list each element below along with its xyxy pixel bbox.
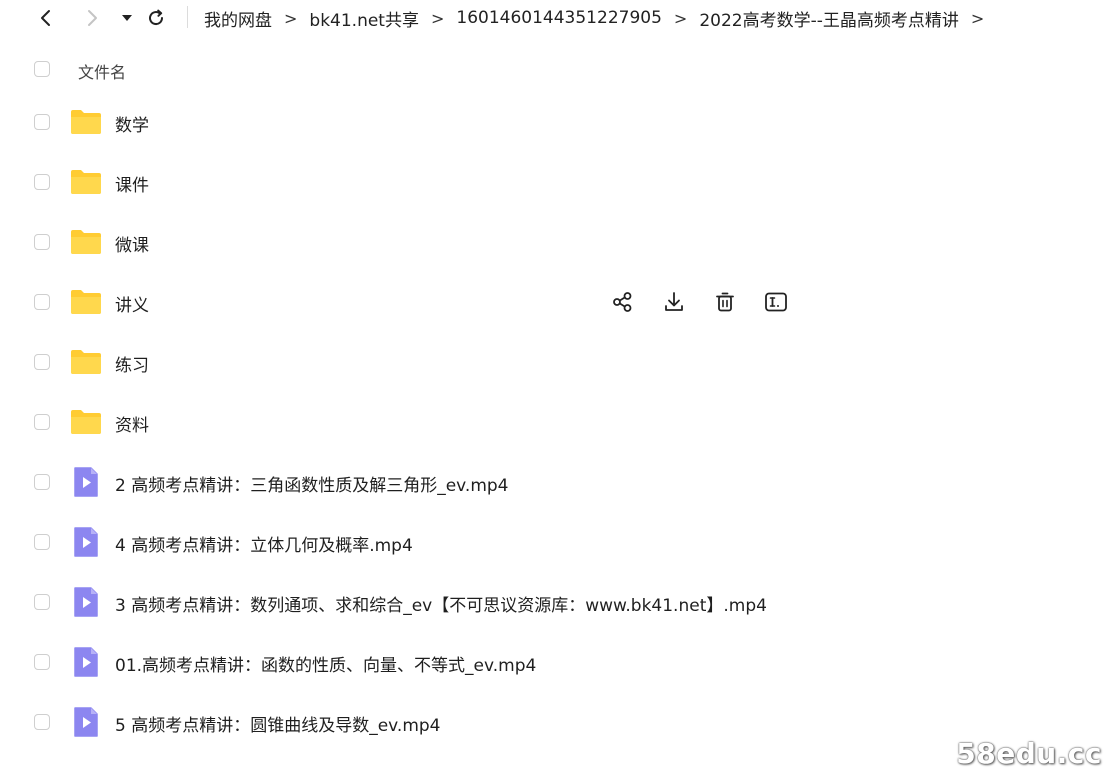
- breadcrumb-separator: >: [284, 8, 298, 28]
- breadcrumb-separator: >: [430, 8, 445, 28]
- folder-icon-wrapper: [70, 287, 102, 317]
- video-icon-wrapper: [70, 647, 102, 677]
- rename-icon: [765, 292, 787, 312]
- breadcrumb-separator: >: [970, 8, 985, 28]
- file-row[interactable]: 01.高频考点精讲：函数的性质、向量、不等式_ev.mp4: [0, 632, 1116, 692]
- file-row[interactable]: 4 高频考点精讲：立体几何及概率.mp4: [0, 512, 1116, 572]
- file-name[interactable]: 课件: [115, 171, 149, 196]
- row-checkbox[interactable]: [34, 714, 50, 730]
- file-list-header: 文件名: [0, 50, 1116, 88]
- file-manager-page: 我的网盘 > bk41.net共享 > 1601460144351227905 …: [0, 0, 1116, 780]
- nav-divider: [187, 6, 188, 28]
- row-checkbox[interactable]: [34, 474, 50, 490]
- select-all-checkbox[interactable]: [34, 61, 50, 77]
- folder-icon-wrapper: [70, 407, 102, 437]
- share-button[interactable]: [610, 289, 636, 315]
- row-checkbox[interactable]: [34, 114, 50, 130]
- folder-icon: [71, 170, 101, 194]
- file-name[interactable]: 资料: [115, 411, 149, 436]
- file-name[interactable]: 数学: [115, 111, 149, 136]
- breadcrumb-item[interactable]: 1601460144351227905: [456, 8, 662, 28]
- folder-icon: [71, 290, 101, 314]
- file-name[interactable]: 3 高频考点精讲：数列通项、求和综合_ev【不可思议资源库：www.bk41.n…: [115, 591, 767, 616]
- folder-icon: [71, 230, 101, 254]
- row-checkbox[interactable]: [34, 414, 50, 430]
- file-name[interactable]: 01.高频考点精讲：函数的性质、向量、不等式_ev.mp4: [115, 651, 536, 676]
- breadcrumb-item[interactable]: 我的网盘: [204, 6, 272, 31]
- file-row[interactable]: 3 高频考点精讲：数列通项、求和综合_ev【不可思议资源库：www.bk41.n…: [0, 572, 1116, 632]
- history-dropdown-button[interactable]: [113, 4, 141, 32]
- breadcrumb-item[interactable]: 2022高考数学--王晶高频考点精讲: [699, 6, 959, 31]
- file-list: 数学课件微课讲义练习资料 2 高频考点精讲：三角函数性质及解三角形_ev.mp4 4…: [0, 92, 1116, 752]
- chevron-right-icon: [88, 10, 97, 26]
- folder-row[interactable]: 微课: [0, 212, 1116, 272]
- row-actions: [610, 289, 789, 315]
- folder-icon: [71, 410, 101, 434]
- video-file-icon: [74, 527, 98, 557]
- folder-icon-wrapper: [70, 227, 102, 257]
- breadcrumb: 我的网盘 > bk41.net共享 > 1601460144351227905 …: [204, 0, 996, 36]
- row-checkbox[interactable]: [34, 654, 50, 670]
- file-name[interactable]: 5 高频考点精讲：圆锥曲线及导数_ev.mp4: [115, 711, 441, 736]
- video-file-icon: [74, 707, 98, 737]
- column-header-filename[interactable]: 文件名: [78, 59, 126, 83]
- folder-icon-wrapper: [70, 347, 102, 377]
- refresh-icon: [149, 9, 164, 26]
- caret-down-icon: [122, 15, 132, 21]
- share-icon: [613, 292, 632, 312]
- breadcrumb-separator: >: [673, 8, 688, 28]
- file-row[interactable]: 5 高频考点精讲：圆锥曲线及导数_ev.mp4: [0, 692, 1116, 752]
- refresh-button[interactable]: [142, 4, 170, 32]
- row-checkbox[interactable]: [34, 234, 50, 250]
- file-name[interactable]: 微课: [115, 231, 149, 256]
- row-checkbox[interactable]: [34, 354, 50, 370]
- video-icon-wrapper: [70, 587, 102, 617]
- folder-icon: [71, 350, 101, 374]
- folder-row[interactable]: 数学: [0, 92, 1116, 152]
- rename-button[interactable]: [763, 289, 789, 315]
- breadcrumb-item[interactable]: bk41.net共享: [309, 6, 419, 31]
- row-checkbox[interactable]: [34, 294, 50, 310]
- row-checkbox[interactable]: [34, 594, 50, 610]
- video-file-icon: [74, 647, 98, 677]
- folder-icon: [71, 110, 101, 134]
- video-file-icon: [74, 467, 98, 497]
- file-name[interactable]: 讲义: [115, 291, 149, 316]
- folder-icon-wrapper: [70, 167, 102, 197]
- chevron-left-icon: [41, 10, 50, 26]
- video-icon-wrapper: [70, 467, 102, 497]
- row-checkbox[interactable]: [34, 174, 50, 190]
- watermark: 58edu.cc: [956, 737, 1102, 770]
- video-file-icon: [74, 587, 98, 617]
- file-name[interactable]: 2 高频考点精讲：三角函数性质及解三角形_ev.mp4: [115, 471, 509, 496]
- folder-row[interactable]: 资料: [0, 392, 1116, 452]
- row-checkbox[interactable]: [34, 534, 50, 550]
- video-icon-wrapper: [70, 527, 102, 557]
- delete-icon: [716, 292, 734, 312]
- folder-row[interactable]: 课件: [0, 152, 1116, 212]
- file-row[interactable]: 2 高频考点精讲：三角函数性质及解三角形_ev.mp4: [0, 452, 1116, 512]
- download-button[interactable]: [661, 289, 687, 315]
- folder-row[interactable]: 讲义: [0, 272, 1116, 332]
- back-button[interactable]: [32, 4, 60, 32]
- file-name[interactable]: 4 高频考点精讲：立体几何及概率.mp4: [115, 531, 413, 556]
- forward-button[interactable]: [78, 4, 106, 32]
- file-name[interactable]: 练习: [115, 351, 149, 376]
- folder-icon-wrapper: [70, 107, 102, 137]
- folder-row[interactable]: 练习: [0, 332, 1116, 392]
- download-icon: [665, 292, 683, 311]
- top-nav-bar: 我的网盘 > bk41.net共享 > 1601460144351227905 …: [0, 0, 1116, 36]
- video-icon-wrapper: [70, 707, 102, 737]
- delete-button[interactable]: [712, 289, 738, 315]
